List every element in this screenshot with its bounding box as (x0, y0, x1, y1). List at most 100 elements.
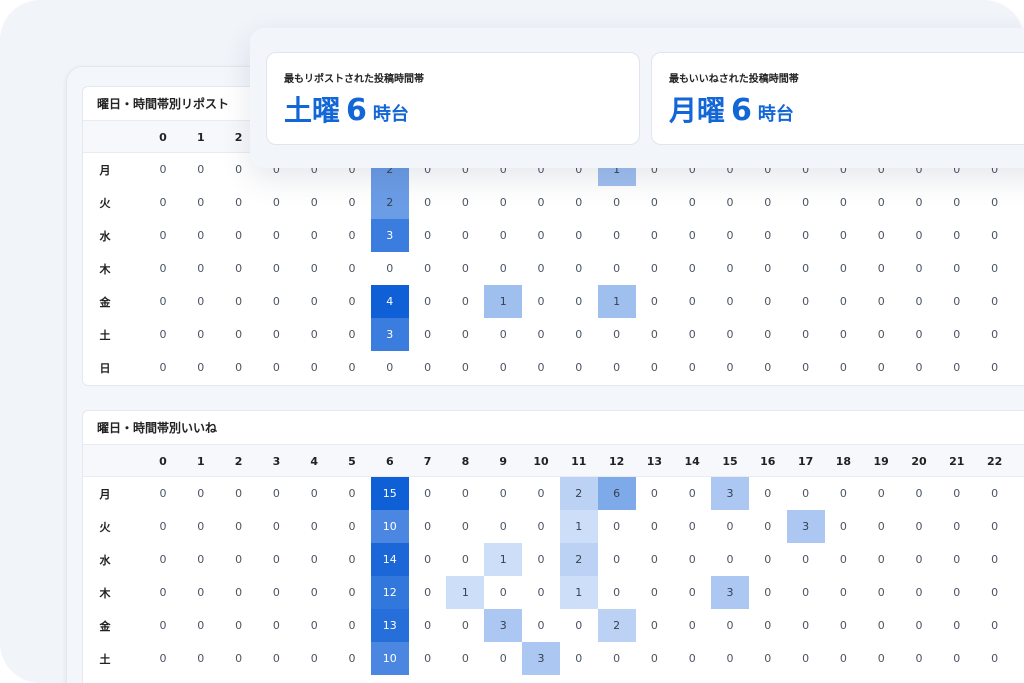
like-heat-cell: 0 (424, 520, 432, 533)
like-heat-cell: 0 (749, 675, 787, 683)
like-heat-cell: 0 (159, 520, 167, 533)
like-heat-cell: 15 (370, 477, 409, 510)
repost-heat-cell: 0 (159, 262, 167, 275)
repost-heat-cell: 0 (235, 361, 243, 374)
repost-heat-cell: 0 (575, 229, 583, 242)
like-hour-header-cell: 12 (608, 454, 625, 468)
like-day-label: 火 (99, 520, 111, 534)
like-heat-cell: 0 (424, 652, 432, 665)
like-hour-header: 01234567891011121314151617181920212223 (83, 445, 1024, 477)
repost-heat-cell: 0 (424, 262, 432, 275)
like-heat-cell: 0 (220, 675, 258, 683)
like-heat-cell: 3 (711, 477, 749, 510)
like-heat-cell: 0 (235, 586, 243, 599)
like-hour-header-cell: 9 (499, 454, 508, 468)
repost-heat-cell: 0 (1013, 252, 1024, 285)
like-heat-cell: 12 (370, 576, 409, 609)
repost-heat-cell: 0 (877, 196, 885, 209)
repost-heat-cell: 0 (764, 196, 772, 209)
like-heat-cell: 0 (688, 520, 696, 533)
like-heat-cell: 0 (953, 520, 961, 533)
like-heat-cell: 0 (499, 586, 507, 599)
like-heat-cell: 0 (159, 586, 167, 599)
like-heat-cell: 0 (257, 675, 295, 683)
like-day-label: 月 (99, 487, 111, 501)
like-heat-cell: 13 (370, 609, 409, 642)
like-heat-cell: 0 (991, 487, 999, 500)
repost-heat-cell: 0 (726, 196, 734, 209)
repost-heat-cell: 0 (802, 295, 810, 308)
like-heat-cell: 0 (424, 487, 432, 500)
repost-grid-body: 月000000200000100000000000火00000020000000… (83, 153, 1024, 384)
repost-heat-cell: 0 (688, 361, 696, 374)
repost-heat-cell: 0 (461, 229, 469, 242)
like-heat-cell: 0 (824, 675, 862, 683)
like-heat-cell: 0 (235, 652, 243, 665)
like-hour-header-cell: 10 (533, 454, 549, 468)
like-heat-cell: 0 (915, 586, 923, 599)
like-heat-cell: 0 (310, 619, 318, 632)
like-heat-cell: 0 (915, 520, 923, 533)
repost-heat-cell: 0 (613, 328, 621, 341)
repost-heat-cell: 0 (953, 229, 961, 242)
repost-heat-cell: 0 (991, 262, 999, 275)
like-heat-cell: 0 (915, 652, 923, 665)
like-heat-cell: 0 (348, 652, 356, 665)
like-heat-cell: 0 (915, 619, 923, 632)
repost-heat-cell: 0 (197, 328, 205, 341)
like-heat-cell: 0 (424, 553, 432, 566)
repost-heat-cell: 0 (802, 262, 810, 275)
repost-heat-cell: 0 (499, 229, 507, 242)
like-heat-cell: 0 (197, 619, 205, 632)
repost-heat-cell: 0 (613, 229, 621, 242)
repost-table-row: 土 0 0 0 0 0 0 3 0 0 0 0 0 0 0 0 0 0 0 0 0 0 0 0 0 (83, 318, 1024, 351)
like-day-label: 金 (99, 619, 111, 633)
repost-heat-cell: 0 (688, 229, 696, 242)
repost-heat-cell: 0 (197, 361, 205, 374)
like-heat-cell: 0 (764, 586, 772, 599)
like-heat-cell: 0 (272, 487, 280, 500)
like-heat-cell: 0 (839, 586, 847, 599)
repost-heat-cell: 0 (575, 328, 583, 341)
like-hour-header-cell: 16 (760, 454, 776, 468)
like-heat-cell: 0 (764, 652, 772, 665)
repost-heat-cell: 0 (310, 361, 318, 374)
like-heat-cell: 3 (786, 510, 825, 543)
like-heat-cell: 0 (537, 487, 545, 500)
repost-heat-cell: 0 (953, 262, 961, 275)
repost-table-row: 金 0 0 0 0 0 0 4 0 0 1 0 0 1 0 0 0 0 0 0 0 0 0 0 0 (83, 285, 1024, 318)
repost-heat-cell: 0 (688, 295, 696, 308)
repost-heat-cell: 0 (537, 262, 545, 275)
like-heat-cell: 0 (613, 586, 621, 599)
like-hour-header-cell: 23 (1013, 445, 1024, 477)
like-heat-cell: 0 (235, 487, 243, 500)
like-heat-cell: 0 (272, 586, 280, 599)
like-heat-cell: 0 (764, 520, 772, 533)
repost-heat-cell: 0 (159, 196, 167, 209)
like-hour-header-cell: 13 (646, 454, 663, 468)
like-heat-cell: 0 (1013, 609, 1024, 642)
repost-heat-cell: 0 (461, 295, 469, 308)
repost-heat-cell: 0 (764, 361, 772, 374)
like-heat-cell: 0 (976, 675, 1014, 683)
repost-heat-cell: 0 (235, 262, 243, 275)
like-heat-cell: 0 (461, 487, 469, 500)
repost-heat-cell: 0 (348, 295, 356, 308)
repost-heat-cell: 0 (688, 262, 696, 275)
repost-heat-cell: 0 (461, 328, 469, 341)
repost-heat-cell: 0 (348, 361, 356, 374)
like-heat-cell: 0 (688, 553, 696, 566)
repost-heat-cell: 0 (348, 229, 356, 242)
like-heat-cell: 0 (348, 487, 356, 500)
like-table-row: 水 0 0 0 0 0 0 14 0 0 1 0 2 0 0 0 0 0 0 0 0 0 0 0 0 (83, 543, 1024, 576)
like-heat-cell: 0 (953, 487, 961, 500)
like-heat-cell: 0 (915, 487, 923, 500)
like-heat-cell: 0 (499, 652, 507, 665)
repost-heat-cell: 0 (310, 295, 318, 308)
repost-heat-cell: 0 (726, 229, 734, 242)
like-heat-cell: 0 (991, 586, 999, 599)
repost-heat-cell: 0 (575, 295, 583, 308)
like-heat-cell: 0 (182, 675, 220, 683)
like-heat-cell: 2 (559, 543, 598, 576)
like-hour-header-cell: 11 (571, 454, 587, 468)
